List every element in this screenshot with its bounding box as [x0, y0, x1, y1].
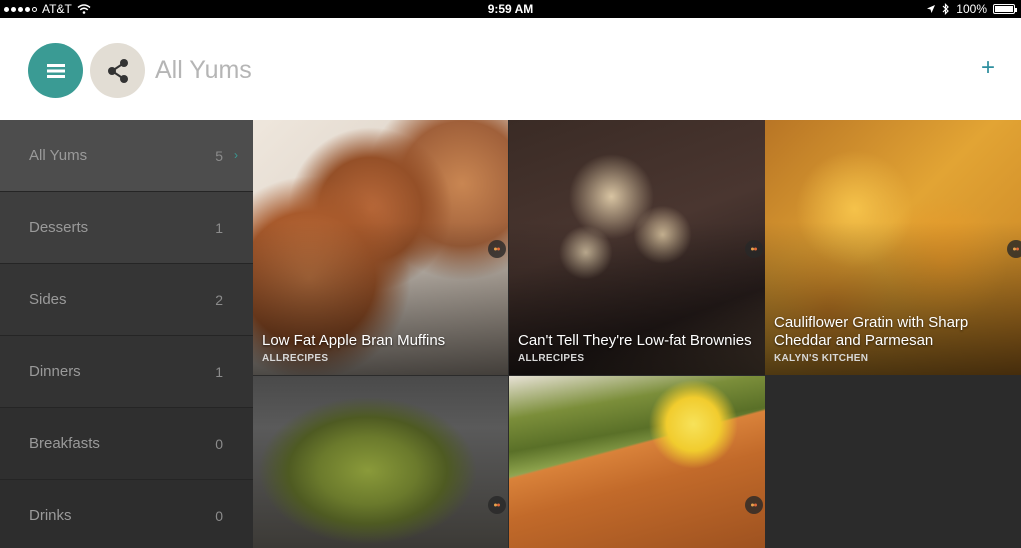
recipe-grid: Low Fat Apple Bran Muffins ALLRECIPES Ca… — [253, 120, 1021, 548]
sidebar-item-breakfasts[interactable]: Breakfasts 0 — [0, 408, 253, 480]
clock: 9:59 AM — [487, 2, 534, 16]
sidebar-item-drinks[interactable]: Drinks 0 — [0, 480, 253, 548]
sidebar-item-count: 0 — [215, 435, 223, 452]
share-icon — [107, 58, 128, 83]
recipe-photo-fritters — [253, 376, 508, 548]
category-sidebar: All Yums 5 › Desserts 1 Sides 2 Dinners … — [0, 120, 253, 548]
recipe-card[interactable]: Cauliflower Gratin with Sharp Cheddar an… — [765, 120, 1021, 375]
add-button[interactable]: + — [981, 56, 995, 80]
app-header: All Yums + — [0, 18, 1021, 120]
recipe-badge-icon — [745, 496, 763, 514]
recipe-badge-icon — [488, 496, 506, 514]
sidebar-item-count: 2 — [215, 291, 223, 308]
sidebar-item-label: All Yums — [29, 147, 88, 164]
recipe-source: KALYN'S KITCHEN — [774, 353, 869, 364]
recipe-source: ALLRECIPES — [518, 353, 585, 364]
recipe-source: ALLRECIPES — [262, 353, 329, 364]
menu-button[interactable] — [28, 43, 83, 98]
status-bar: AT&T 9:59 AM 100% — [0, 0, 1021, 18]
recipe-card[interactable]: Can't Tell They're Low-fat Brownies ALLR… — [509, 120, 765, 375]
sidebar-item-dinners[interactable]: Dinners 1 — [0, 336, 253, 408]
sidebar-item-count: 0 — [215, 507, 223, 524]
chevron-right-icon: › — [234, 148, 238, 162]
sidebar-item-label: Dinners — [29, 363, 81, 380]
sidebar-item-all-yums[interactable]: All Yums 5 › — [0, 120, 253, 192]
location-icon — [927, 5, 936, 13]
recipe-badge-icon — [488, 240, 506, 258]
recipe-card[interactable]: Low Fat Apple Bran Muffins ALLRECIPES — [253, 120, 508, 375]
hamburger-icon — [46, 63, 65, 78]
page-title: All Yums — [155, 56, 252, 84]
recipe-title: Cauliflower Gratin with Sharp Cheddar an… — [774, 314, 969, 349]
recipe-card[interactable] — [253, 376, 508, 548]
sidebar-item-count: 5 — [215, 147, 223, 164]
recipe-title: Can't Tell They're Low-fat Brownies — [518, 332, 752, 349]
sidebar-item-desserts[interactable]: Desserts 1 — [0, 192, 253, 264]
recipe-card[interactable] — [509, 376, 765, 548]
recipe-photo-fish-asparagus — [509, 376, 765, 548]
sidebar-item-sides[interactable]: Sides 2 — [0, 264, 253, 336]
share-button[interactable] — [90, 43, 145, 98]
sidebar-item-count: 1 — [215, 219, 223, 236]
recipe-title: Low Fat Apple Bran Muffins — [262, 332, 446, 349]
sidebar-item-label: Drinks — [29, 507, 72, 524]
bluetooth-icon — [942, 3, 950, 15]
sidebar-item-label: Breakfasts — [29, 435, 100, 452]
recipe-badge-icon — [1007, 240, 1021, 258]
sidebar-item-label: Desserts — [29, 219, 89, 236]
sidebar-item-count: 1 — [215, 363, 223, 380]
recipe-badge-icon — [745, 240, 763, 258]
battery-label: 100% — [956, 2, 987, 16]
sidebar-item-label: Sides — [29, 291, 67, 308]
battery-icon — [993, 4, 1017, 14]
